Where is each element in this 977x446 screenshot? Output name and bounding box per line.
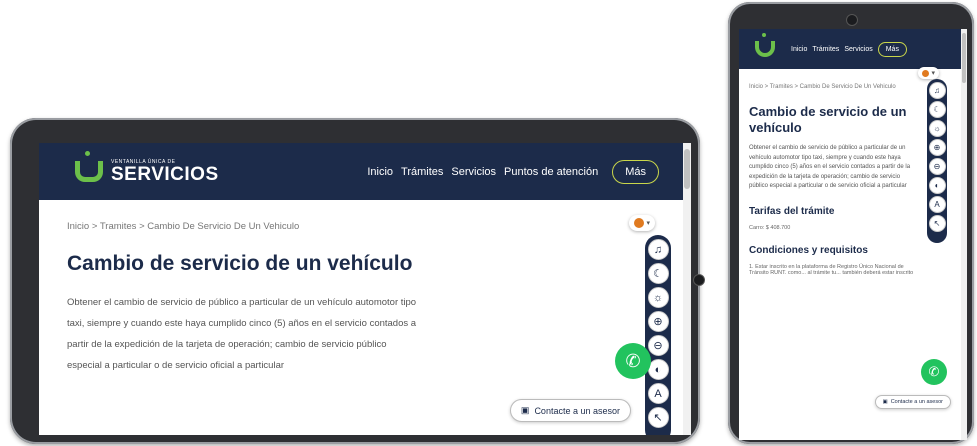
nav-link-inicio[interactable]: Inicio (791, 46, 807, 53)
accessibility-toolbar: ♫ ☾ ☼ ⊕ ⊖ ◐ A ↖ (927, 79, 947, 243)
whatsapp-icon[interactable]: ✆ (615, 343, 651, 379)
chat-icon: ▣ (882, 399, 888, 405)
page-description: Obtener el cambio de servicio de público… (749, 145, 911, 189)
logo-u-icon (755, 33, 775, 57)
page-description: Obtener el cambio de servicio de público… (67, 297, 417, 371)
tablet-screen: VENTANILLA ÚNICA DE SERVICIOS Inicio Trá… (39, 143, 691, 435)
phone-device-frame: Inicio Trámites Servicios Más ▾ Inicio >… (728, 2, 974, 444)
contact-advisor-button[interactable]: ▣ Contacte a un asesor (509, 399, 631, 422)
top-navbar: VENTANILLA ÚNICA DE SERVICIOS Inicio Trá… (39, 143, 691, 200)
brightness-icon[interactable]: ☼ (647, 287, 669, 308)
mas-button[interactable]: Más (612, 159, 659, 184)
brightness-icon[interactable]: ☼ (928, 120, 946, 137)
main-content: Inicio > Tramites > Cambio De Servicio D… (67, 221, 422, 376)
audio-icon[interactable]: ♫ (647, 239, 669, 260)
zoom-icon[interactable]: ⊕ (647, 311, 669, 332)
breadcrumb[interactable]: Inicio > Tramites > Cambio De Servicio D… (67, 221, 422, 232)
tablet-device-frame: VENTANILLA ÚNICA DE SERVICIOS Inicio Trá… (10, 118, 705, 444)
scrollbar[interactable] (683, 143, 691, 435)
camera-icon (846, 14, 858, 26)
nav-link-servicios[interactable]: Servicios (844, 46, 872, 53)
site-logo[interactable] (739, 33, 775, 57)
tarifas-value: Carro: $ 408.700 (749, 224, 791, 231)
accessibility-toolbar: ♫ ☾ ☼ ⊕ ⊖ ◐ A ↖ (645, 235, 671, 435)
nav-link-tramites[interactable]: Trámites (401, 166, 443, 178)
logo-big-text: SERVICIOS (111, 163, 219, 185)
nav-links: Inicio Trámites Servicios Más (791, 41, 907, 57)
scrollbar-thumb[interactable] (962, 33, 966, 83)
camera-icon (693, 274, 705, 286)
mas-button[interactable]: Más (877, 41, 907, 57)
flag-icon (922, 69, 930, 77)
language-selector[interactable]: ▾ (629, 215, 655, 231)
advisor-label: Contacte a un asesor (890, 399, 943, 405)
nav-link-inicio[interactable]: Inicio (367, 166, 393, 178)
chat-icon: ▣ (520, 405, 530, 415)
whatsapp-icon[interactable]: ✆ (921, 359, 947, 385)
contrast-icon[interactable]: ☾ (647, 263, 669, 284)
contact-advisor-button[interactable]: ▣ Contacte a un asesor (874, 395, 951, 409)
page-title: Cambio de servicio de un vehículo (749, 104, 907, 135)
condiciones-text: 1. Estar inscrito en la plataforma de Re… (749, 263, 914, 276)
scrollbar[interactable] (961, 29, 967, 440)
phone-screen: Inicio Trámites Servicios Más ▾ Inicio >… (739, 29, 967, 440)
main-content: Inicio > Tramites > Cambio De Servicio D… (749, 83, 919, 276)
logo-u-icon (75, 151, 103, 182)
audio-icon[interactable]: ♫ (928, 82, 946, 99)
tarifas-heading: Tarifas del trámite (749, 205, 835, 217)
zoom-out-icon[interactable]: ⊖ (647, 335, 669, 356)
nav-link-tramites[interactable]: Trámites (812, 46, 839, 53)
advisor-label: Contacte a un asesor (534, 405, 620, 416)
font-icon[interactable]: A (928, 196, 946, 213)
flag-icon (634, 218, 645, 228)
chevron-down-icon: ▾ (646, 220, 650, 227)
top-navbar: Inicio Trámites Servicios Más (739, 29, 967, 69)
nav-link-puntos[interactable]: Puntos de atención (504, 166, 598, 178)
breadcrumb[interactable]: Inicio > Tramites > Cambio De Servicio D… (749, 83, 919, 92)
language-selector[interactable]: ▾ (918, 67, 939, 79)
contrast-icon[interactable]: ☾ (928, 101, 946, 118)
chevron-down-icon: ▾ (931, 70, 935, 77)
condiciones-heading: Condiciones y requisitos (749, 244, 868, 256)
nav-links: Inicio Trámites Servicios Puntos de aten… (367, 159, 659, 184)
nav-link-servicios[interactable]: Servicios (451, 166, 496, 178)
cursor-icon[interactable]: ↖ (647, 407, 669, 428)
site-logo[interactable]: VENTANILLA ÚNICA DE SERVICIOS (39, 151, 219, 185)
zoom-out-icon[interactable]: ⊖ (928, 158, 946, 175)
grayscale-icon[interactable]: ◐ (928, 177, 946, 194)
font-icon[interactable]: A (647, 383, 669, 404)
cursor-icon[interactable]: ↖ (928, 215, 946, 232)
zoom-icon[interactable]: ⊕ (928, 139, 946, 156)
page-title: Cambio de servicio de un vehículo (67, 252, 413, 275)
scrollbar-thumb[interactable] (684, 149, 690, 189)
